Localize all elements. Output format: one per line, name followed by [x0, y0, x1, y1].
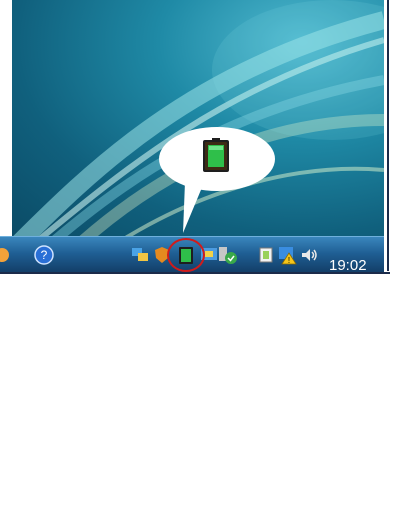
frame-border-right — [384, 0, 393, 284]
chevron-down-icon[interactable]: ▾ — [93, 497, 98, 507]
power-icon[interactable] — [0, 246, 10, 264]
highlight-circle — [167, 238, 205, 272]
battery-icon — [203, 138, 229, 172]
update-icon[interactable] — [218, 245, 238, 265]
caps-indicator: CAPS — [66, 486, 88, 496]
frame-border-bottom — [0, 272, 393, 284]
warning-icon[interactable]: ! — [277, 245, 297, 265]
svg-text:?: ? — [41, 248, 48, 262]
screen: ? CAPS ⧉ KANA ▾ ! 19:02 — [0, 0, 393, 507]
window-icon: ⧉ — [93, 486, 100, 496]
help-icon[interactable]: ? — [34, 245, 54, 265]
language-bar[interactable]: CAPS ⧉ KANA ▾ — [66, 486, 100, 508]
callout-bubble — [157, 127, 277, 233]
kana-indicator: KANA — [66, 497, 88, 507]
svg-text:!: ! — [288, 256, 290, 265]
volume-icon[interactable] — [299, 245, 319, 265]
power-plug-icon[interactable] — [257, 245, 277, 265]
network-icon[interactable] — [130, 245, 150, 265]
